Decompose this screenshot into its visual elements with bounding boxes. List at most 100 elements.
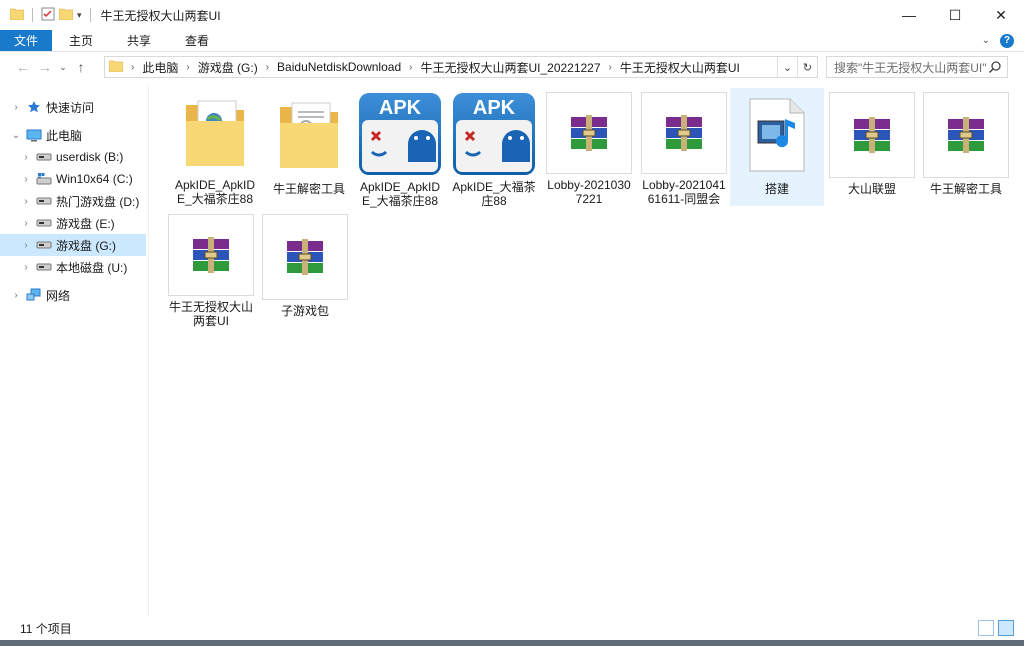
file-item[interactable]: 牛王解密工具 — [262, 88, 356, 206]
rar-archive-icon — [262, 214, 348, 300]
properties-icon[interactable] — [41, 7, 55, 24]
file-item[interactable]: 大山联盟 — [825, 88, 919, 206]
tab-file[interactable]: 文件 — [0, 30, 53, 51]
scrollbar[interactable] — [1020, 86, 1024, 616]
back-arrow-icon[interactable]: ← — [12, 56, 34, 78]
file-name: 子游戏包 — [280, 304, 329, 318]
close-button[interactable]: ✕ — [978, 0, 1024, 30]
file-name: ApkIDE_ApkIDE_大福茶庄88 — [359, 180, 441, 208]
rar-archive-icon — [641, 92, 727, 174]
drive-icon — [36, 216, 52, 230]
recent-locations-icon[interactable]: ⌄ — [56, 56, 70, 78]
sidebar-item-win10x64-c[interactable]: › Win10x64 (C:) — [0, 168, 146, 190]
breadcrumb-current-folder[interactable]: 牛王无授权大山两套UI — [620, 59, 740, 76]
minimize-button[interactable]: — — [886, 0, 932, 30]
rar-archive-icon — [829, 92, 915, 178]
expand-ribbon-icon[interactable]: ⌄ — [982, 35, 990, 46]
file-item[interactable]: 子游戏包 — [258, 210, 352, 328]
breadcrumb-drive-g[interactable]: 游戏盘 (G:) — [198, 59, 258, 76]
breadcrumb-this-pc[interactable]: 此电脑 — [142, 59, 178, 76]
sidebar-item-local-disk-u[interactable]: › 本地磁盘 (U:) — [0, 256, 146, 278]
file-item[interactable]: APK ApkIDE_大福茶庄88 — [447, 88, 541, 208]
file-name: 搭建 — [764, 182, 789, 196]
breadcrumb-baidu-download[interactable]: BaiduNetdiskDownload — [277, 60, 401, 74]
folder-icon — [172, 92, 258, 174]
file-item[interactable]: ApkIDE_ApkIDE_大福茶庄88 — [168, 88, 262, 206]
folder-icon — [266, 92, 352, 178]
chevron-right-icon[interactable]: › — [20, 240, 32, 251]
chevron-right-icon[interactable]: › — [20, 218, 32, 229]
tab-share[interactable]: 共享 — [110, 30, 168, 51]
file-name: 牛王解密工具 — [272, 182, 345, 196]
navigation-pane: › 快速访问 ⌄ 此电脑 › userdisk (B:) › Win10x64 … — [0, 86, 148, 616]
file-name: 牛王无授权大山两套UI — [168, 300, 253, 328]
chevron-right-icon[interactable]: › — [20, 174, 32, 185]
file-item[interactable]: 牛王解密工具 — [919, 88, 1013, 206]
file-item[interactable]: 搭建 — [730, 88, 824, 206]
rar-archive-icon — [923, 92, 1009, 178]
chevron-right-icon[interactable]: › — [20, 152, 32, 163]
rar-archive-icon — [546, 92, 632, 174]
new-folder-icon[interactable] — [58, 8, 74, 23]
system-drive-icon — [36, 172, 52, 186]
sidebar-item-this-pc[interactable]: ⌄ 此电脑 — [0, 124, 146, 146]
file-name: ApkIDE_大福茶庄88 — [452, 180, 536, 208]
chevron-right-icon[interactable]: › — [131, 62, 134, 73]
chevron-right-icon[interactable]: › — [266, 62, 269, 73]
drive-icon — [36, 194, 52, 208]
sidebar-item-games-g[interactable]: › 游戏盘 (G:) — [0, 234, 146, 256]
chevron-right-icon[interactable]: › — [10, 290, 22, 301]
chevron-right-icon[interactable]: › — [20, 196, 32, 207]
folder-icon[interactable] — [9, 8, 25, 23]
maximize-button[interactable]: ☐ — [932, 0, 978, 30]
file-name: ApkIDE_ApkIDE_大福茶庄88 — [174, 178, 256, 206]
chevron-right-icon[interactable]: › — [10, 102, 22, 113]
search-input[interactable]: 搜索"牛王无授权大山两套UI" — [826, 56, 1008, 78]
computer-icon — [26, 128, 42, 142]
svg-text:APK: APK — [473, 97, 516, 119]
taskbar-edge — [0, 640, 1024, 646]
chevron-right-icon[interactable]: › — [20, 262, 32, 273]
sidebar-item-network[interactable]: › 网络 — [0, 284, 146, 306]
chevron-right-icon[interactable]: › — [186, 62, 189, 73]
search-icon[interactable] — [988, 60, 1002, 74]
apk-icon: APK — [451, 92, 537, 176]
tab-home[interactable]: 主页 — [52, 30, 110, 51]
chevron-right-icon[interactable]: › — [609, 62, 612, 73]
address-bar[interactable]: › 此电脑 › 游戏盘 (G:) › BaiduNetdiskDownload … — [104, 56, 818, 78]
quick-access-toolbar: ▾ — [0, 7, 95, 24]
address-dropdown-icon[interactable]: ⌄ — [777, 57, 797, 77]
chevron-down-icon[interactable]: ⌄ — [10, 130, 22, 141]
pane-divider[interactable] — [148, 86, 149, 616]
folder-icon — [108, 60, 124, 75]
sidebar-item-games-e[interactable]: › 游戏盘 (E:) — [0, 212, 146, 234]
item-count: 11 个项目 — [20, 621, 72, 636]
title-bar: ▾ 牛王无授权大山两套UI — ☐ ✕ — [0, 0, 1024, 30]
refresh-icon[interactable]: ↻ — [797, 57, 817, 77]
status-bar: 11 个项目 — [0, 616, 1024, 640]
sidebar-item-quick-access[interactable]: › 快速访问 — [0, 96, 146, 118]
window-title: 牛王无授权大山两套UI — [100, 8, 221, 23]
large-icons-view-icon[interactable] — [998, 620, 1014, 636]
sidebar-item-userdisk-b[interactable]: › userdisk (B:) — [0, 146, 146, 168]
search-placeholder: 搜索"牛王无授权大山两套UI" — [834, 60, 987, 75]
rar-archive-icon — [168, 214, 254, 296]
customize-qat-icon[interactable]: ▾ — [77, 10, 82, 21]
forward-arrow-icon[interactable]: → — [34, 56, 56, 78]
breadcrumb-parent-folder[interactable]: 牛王无授权大山两套UI_20221227 — [420, 59, 600, 76]
up-arrow-icon[interactable]: ↑ — [70, 56, 92, 78]
help-icon[interactable]: ? — [1000, 33, 1014, 48]
file-name: Lobby-20210307221 — [547, 178, 631, 206]
file-item[interactable]: APK ApkIDE_ApkIDE_大福茶庄88 — [353, 88, 447, 208]
chevron-right-icon[interactable]: › — [409, 62, 412, 73]
file-item[interactable]: 牛王无授权大山两套UI — [164, 210, 258, 328]
drive-icon — [36, 260, 52, 274]
drive-icon — [36, 238, 52, 252]
file-list: ApkIDE_ApkIDE_大福茶庄88 牛王解密工具 APK ApkIDE_A… — [150, 86, 1020, 616]
file-item[interactable]: Lobby-20210307221 — [542, 88, 636, 206]
navigation-bar: ← → ⌄ ↑ › 此电脑 › 游戏盘 (G:) › BaiduNetdiskD… — [0, 52, 1024, 82]
details-view-icon[interactable] — [978, 620, 994, 636]
tab-view[interactable]: 查看 — [168, 30, 226, 51]
file-item[interactable]: Lobby-2021041 61611-同盟会 — [637, 88, 731, 206]
sidebar-item-hot-games-d[interactable]: › 热门游戏盘 (D:) — [0, 190, 146, 212]
